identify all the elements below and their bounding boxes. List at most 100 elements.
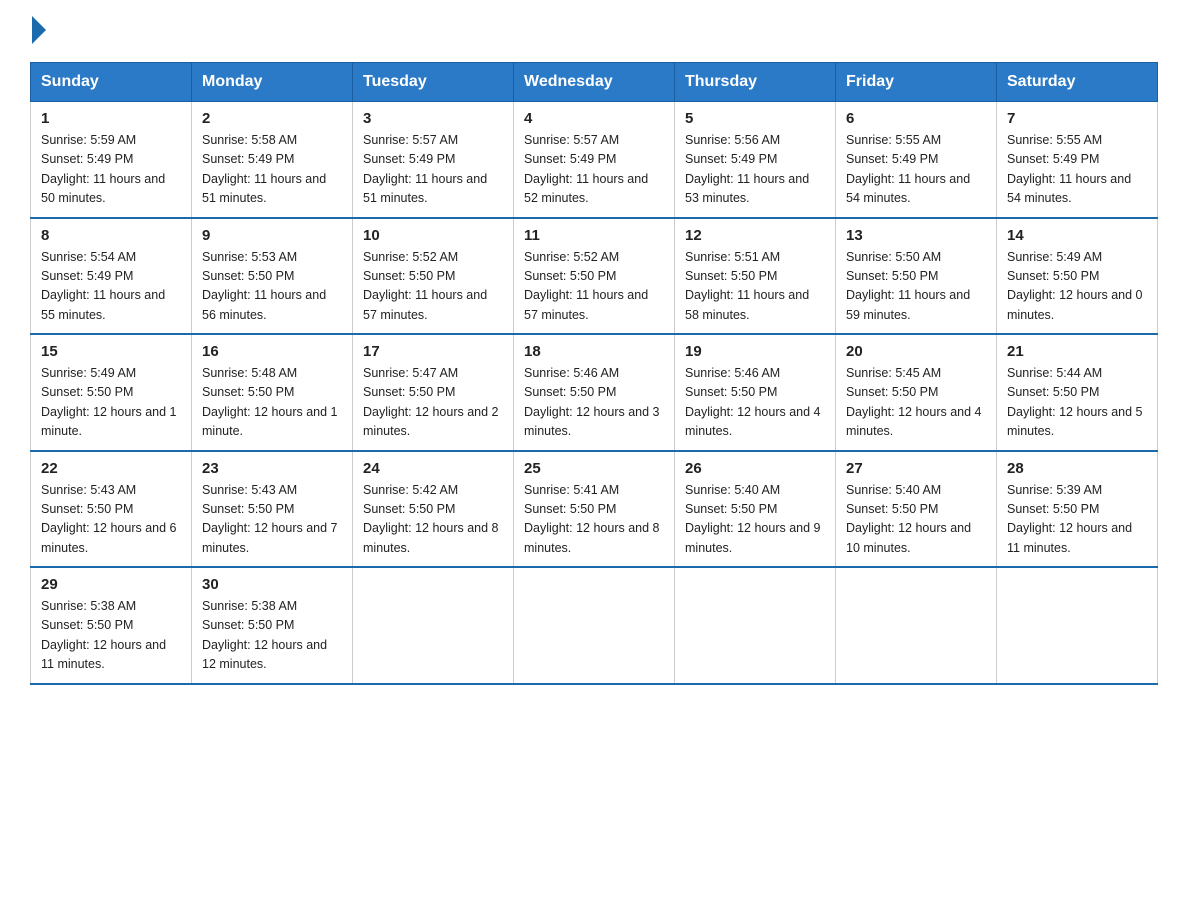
calendar-cell: 13 Sunrise: 5:50 AM Sunset: 5:50 PM Dayl… xyxy=(836,218,997,335)
calendar-cell: 12 Sunrise: 5:51 AM Sunset: 5:50 PM Dayl… xyxy=(675,218,836,335)
sunset-label: Sunset: 5:50 PM xyxy=(846,385,938,399)
sunset-label: Sunset: 5:50 PM xyxy=(202,502,294,516)
calendar-cell xyxy=(836,567,997,684)
sunrise-label: Sunrise: 5:55 AM xyxy=(846,133,941,147)
daylight-label: Daylight: 11 hours and 56 minutes. xyxy=(202,288,326,321)
sunset-label: Sunset: 5:50 PM xyxy=(202,618,294,632)
calendar-cell xyxy=(514,567,675,684)
day-number: 12 xyxy=(685,227,825,244)
day-number: 3 xyxy=(363,110,503,127)
sunrise-label: Sunrise: 5:43 AM xyxy=(202,483,297,497)
day-info: Sunrise: 5:57 AM Sunset: 5:49 PM Dayligh… xyxy=(363,131,503,209)
sunrise-label: Sunrise: 5:52 AM xyxy=(524,250,619,264)
page-header xyxy=(30,20,1158,44)
calendar-cell: 16 Sunrise: 5:48 AM Sunset: 5:50 PM Dayl… xyxy=(192,334,353,451)
sunset-label: Sunset: 5:49 PM xyxy=(41,152,133,166)
day-info: Sunrise: 5:48 AM Sunset: 5:50 PM Dayligh… xyxy=(202,364,342,442)
daylight-label: Daylight: 11 hours and 58 minutes. xyxy=(685,288,809,321)
day-number: 9 xyxy=(202,227,342,244)
daylight-label: Daylight: 11 hours and 53 minutes. xyxy=(685,172,809,205)
day-number: 6 xyxy=(846,110,986,127)
daylight-label: Daylight: 11 hours and 57 minutes. xyxy=(524,288,648,321)
calendar-cell: 18 Sunrise: 5:46 AM Sunset: 5:50 PM Dayl… xyxy=(514,334,675,451)
day-number: 16 xyxy=(202,343,342,360)
day-info: Sunrise: 5:55 AM Sunset: 5:49 PM Dayligh… xyxy=(846,131,986,209)
calendar-cell xyxy=(997,567,1158,684)
calendar-header-row: SundayMondayTuesdayWednesdayThursdayFrid… xyxy=(31,63,1158,102)
day-header-friday: Friday xyxy=(836,63,997,102)
day-number: 28 xyxy=(1007,460,1147,477)
calendar-week-row: 29 Sunrise: 5:38 AM Sunset: 5:50 PM Dayl… xyxy=(31,567,1158,684)
calendar-cell: 9 Sunrise: 5:53 AM Sunset: 5:50 PM Dayli… xyxy=(192,218,353,335)
day-number: 24 xyxy=(363,460,503,477)
day-info: Sunrise: 5:54 AM Sunset: 5:49 PM Dayligh… xyxy=(41,248,181,326)
day-info: Sunrise: 5:43 AM Sunset: 5:50 PM Dayligh… xyxy=(202,481,342,559)
logo-arrow-icon xyxy=(32,16,46,44)
calendar-cell: 23 Sunrise: 5:43 AM Sunset: 5:50 PM Dayl… xyxy=(192,451,353,568)
daylight-label: Daylight: 12 hours and 12 minutes. xyxy=(202,638,327,671)
day-info: Sunrise: 5:38 AM Sunset: 5:50 PM Dayligh… xyxy=(41,597,181,675)
daylight-label: Daylight: 12 hours and 0 minutes. xyxy=(1007,288,1143,321)
sunset-label: Sunset: 5:49 PM xyxy=(1007,152,1099,166)
sunrise-label: Sunrise: 5:57 AM xyxy=(363,133,458,147)
calendar-cell: 6 Sunrise: 5:55 AM Sunset: 5:49 PM Dayli… xyxy=(836,102,997,218)
day-info: Sunrise: 5:50 AM Sunset: 5:50 PM Dayligh… xyxy=(846,248,986,326)
calendar-cell: 27 Sunrise: 5:40 AM Sunset: 5:50 PM Dayl… xyxy=(836,451,997,568)
daylight-label: Daylight: 11 hours and 51 minutes. xyxy=(363,172,487,205)
day-number: 29 xyxy=(41,576,181,593)
day-info: Sunrise: 5:39 AM Sunset: 5:50 PM Dayligh… xyxy=(1007,481,1147,559)
daylight-label: Daylight: 12 hours and 5 minutes. xyxy=(1007,405,1143,438)
daylight-label: Daylight: 12 hours and 6 minutes. xyxy=(41,521,177,554)
day-info: Sunrise: 5:53 AM Sunset: 5:50 PM Dayligh… xyxy=(202,248,342,326)
day-info: Sunrise: 5:52 AM Sunset: 5:50 PM Dayligh… xyxy=(363,248,503,326)
sunset-label: Sunset: 5:50 PM xyxy=(846,269,938,283)
sunset-label: Sunset: 5:50 PM xyxy=(202,385,294,399)
daylight-label: Daylight: 11 hours and 51 minutes. xyxy=(202,172,326,205)
calendar-cell: 7 Sunrise: 5:55 AM Sunset: 5:49 PM Dayli… xyxy=(997,102,1158,218)
sunrise-label: Sunrise: 5:49 AM xyxy=(1007,250,1102,264)
sunrise-label: Sunrise: 5:44 AM xyxy=(1007,366,1102,380)
calendar-cell: 14 Sunrise: 5:49 AM Sunset: 5:50 PM Dayl… xyxy=(997,218,1158,335)
day-info: Sunrise: 5:41 AM Sunset: 5:50 PM Dayligh… xyxy=(524,481,664,559)
daylight-label: Daylight: 11 hours and 55 minutes. xyxy=(41,288,165,321)
calendar-cell: 1 Sunrise: 5:59 AM Sunset: 5:49 PM Dayli… xyxy=(31,102,192,218)
day-number: 17 xyxy=(363,343,503,360)
sunset-label: Sunset: 5:50 PM xyxy=(524,502,616,516)
sunset-label: Sunset: 5:50 PM xyxy=(685,385,777,399)
calendar-cell: 21 Sunrise: 5:44 AM Sunset: 5:50 PM Dayl… xyxy=(997,334,1158,451)
daylight-label: Daylight: 12 hours and 4 minutes. xyxy=(685,405,821,438)
day-info: Sunrise: 5:38 AM Sunset: 5:50 PM Dayligh… xyxy=(202,597,342,675)
day-number: 13 xyxy=(846,227,986,244)
sunrise-label: Sunrise: 5:47 AM xyxy=(363,366,458,380)
daylight-label: Daylight: 12 hours and 3 minutes. xyxy=(524,405,660,438)
calendar-cell: 26 Sunrise: 5:40 AM Sunset: 5:50 PM Dayl… xyxy=(675,451,836,568)
day-info: Sunrise: 5:52 AM Sunset: 5:50 PM Dayligh… xyxy=(524,248,664,326)
day-number: 5 xyxy=(685,110,825,127)
daylight-label: Daylight: 12 hours and 8 minutes. xyxy=(524,521,660,554)
sunset-label: Sunset: 5:50 PM xyxy=(363,269,455,283)
daylight-label: Daylight: 11 hours and 59 minutes. xyxy=(846,288,970,321)
calendar-cell: 22 Sunrise: 5:43 AM Sunset: 5:50 PM Dayl… xyxy=(31,451,192,568)
sunset-label: Sunset: 5:50 PM xyxy=(41,502,133,516)
day-number: 30 xyxy=(202,576,342,593)
calendar-cell: 25 Sunrise: 5:41 AM Sunset: 5:50 PM Dayl… xyxy=(514,451,675,568)
day-header-saturday: Saturday xyxy=(997,63,1158,102)
sunrise-label: Sunrise: 5:45 AM xyxy=(846,366,941,380)
day-number: 22 xyxy=(41,460,181,477)
sunrise-label: Sunrise: 5:38 AM xyxy=(202,599,297,613)
day-number: 2 xyxy=(202,110,342,127)
sunrise-label: Sunrise: 5:49 AM xyxy=(41,366,136,380)
sunrise-label: Sunrise: 5:57 AM xyxy=(524,133,619,147)
sunset-label: Sunset: 5:50 PM xyxy=(685,502,777,516)
day-info: Sunrise: 5:59 AM Sunset: 5:49 PM Dayligh… xyxy=(41,131,181,209)
sunrise-label: Sunrise: 5:58 AM xyxy=(202,133,297,147)
day-number: 20 xyxy=(846,343,986,360)
day-number: 10 xyxy=(363,227,503,244)
sunrise-label: Sunrise: 5:46 AM xyxy=(685,366,780,380)
sunrise-label: Sunrise: 5:52 AM xyxy=(363,250,458,264)
calendar-cell: 11 Sunrise: 5:52 AM Sunset: 5:50 PM Dayl… xyxy=(514,218,675,335)
daylight-label: Daylight: 12 hours and 11 minutes. xyxy=(1007,521,1132,554)
day-header-thursday: Thursday xyxy=(675,63,836,102)
sunset-label: Sunset: 5:50 PM xyxy=(1007,385,1099,399)
sunrise-label: Sunrise: 5:40 AM xyxy=(685,483,780,497)
